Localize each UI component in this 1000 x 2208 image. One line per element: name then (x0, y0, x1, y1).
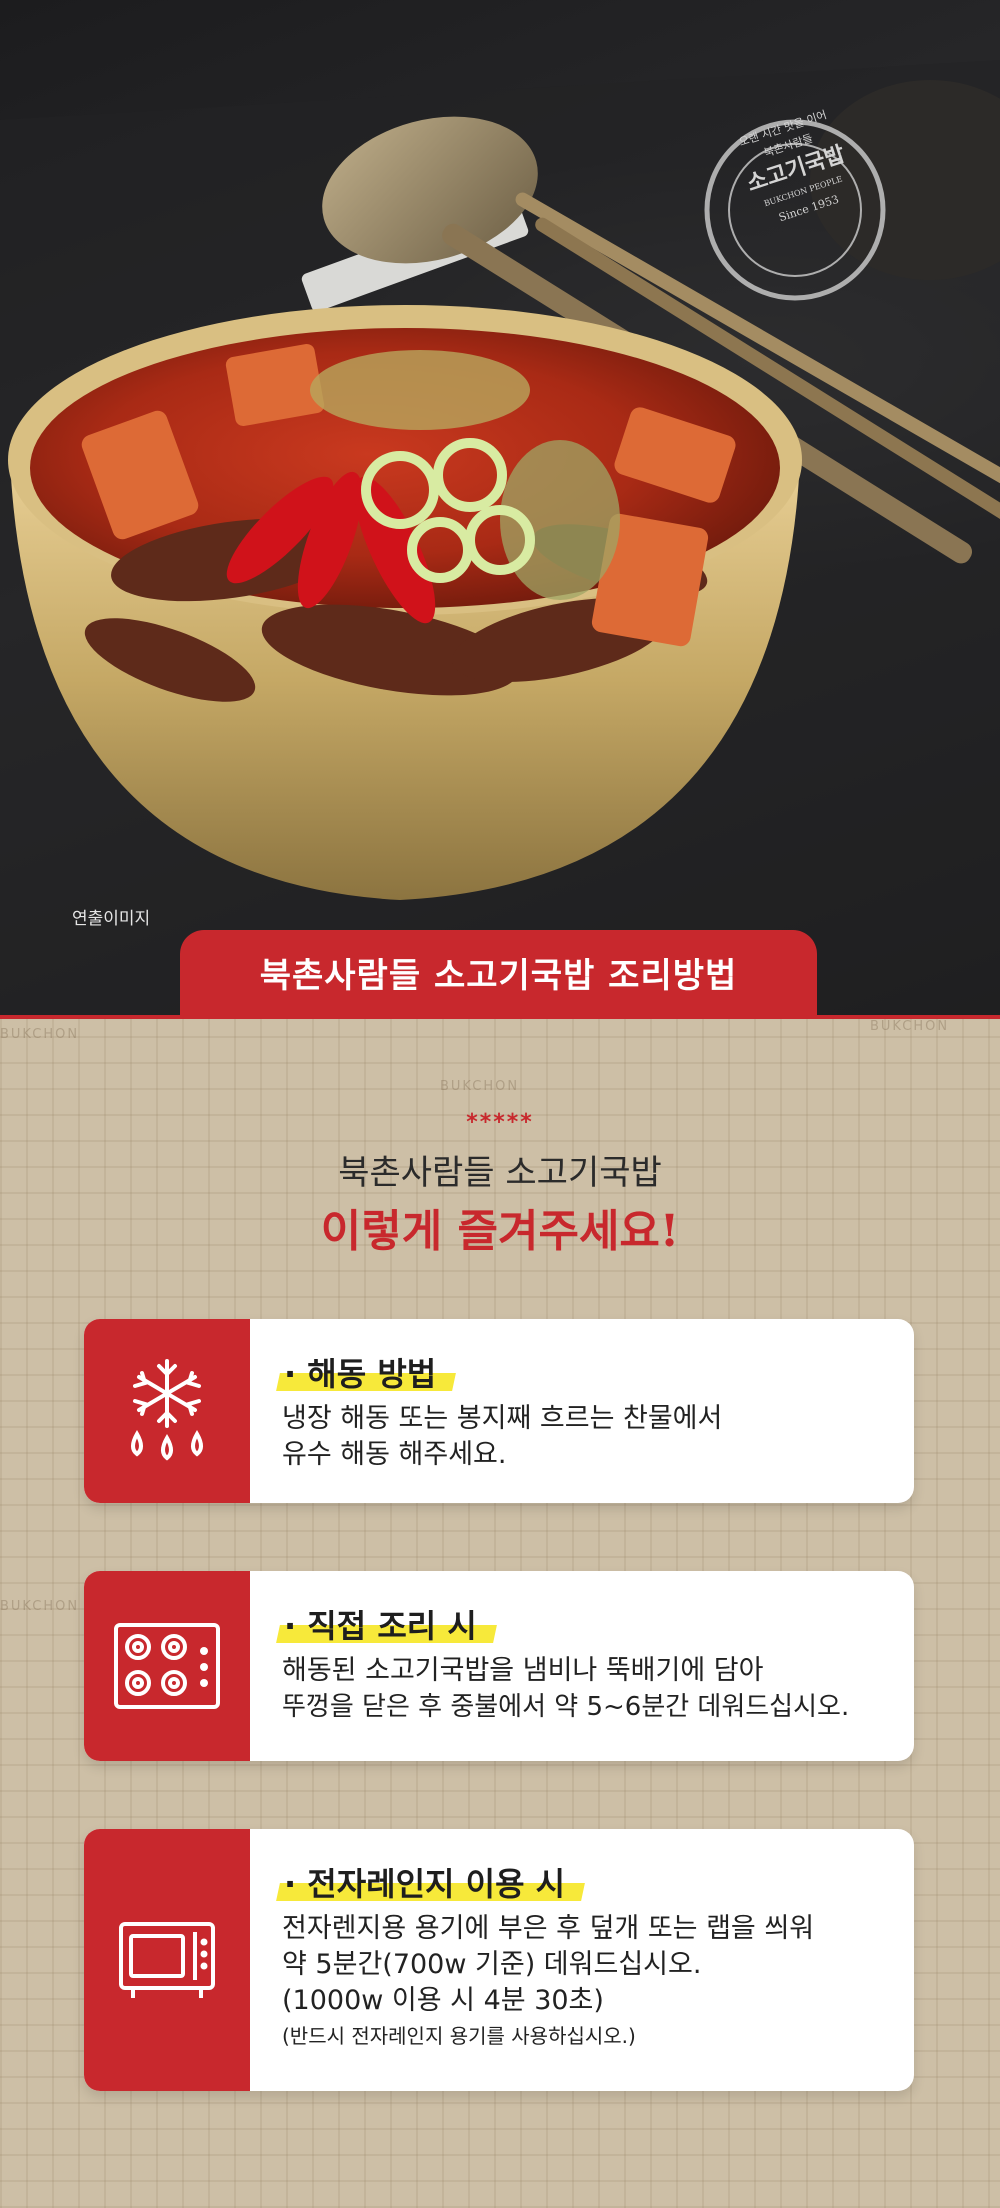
microwave-icon (119, 1922, 215, 1998)
instruction-card-microwave: · 전자레인지 이용 시 전자렌지용 용기에 부은 후 덮개 또는 랩을 씌워 … (84, 1829, 914, 2091)
card-heading: · 직접 조리 시 (282, 1601, 495, 1647)
card-text: 전자렌지용 용기에 부은 후 덮개 또는 랩을 씌워 약 5분간(700w 기준… (282, 1911, 898, 2019)
watermark: BUKCHON (0, 1599, 80, 1614)
card-content: · 직접 조리 시 해동된 소고기국밥을 냄비나 뚝배기에 담아 뚜껑을 닫은 … (282, 1601, 898, 1725)
card-heading: · 전자레인지 이용 시 (282, 1859, 583, 1905)
decorative-stars: ***** (466, 1110, 534, 1135)
card-text: 해동된 소고기국밥을 냄비나 뚝배기에 담아 뚜껑을 닫은 후 중불에서 약 5… (282, 1653, 898, 1725)
image-caption: 연출이미지 (72, 909, 151, 929)
icon-panel (84, 1829, 250, 2091)
stove-burner-icon (114, 1623, 220, 1709)
card-text-line: 해동된 소고기국밥을 냄비나 뚝배기에 담아 (282, 1655, 764, 1686)
card-text-line: (1000w 이용 시 4분 30초) (282, 1985, 604, 2016)
card-text: 냉장 해동 또는 봉지째 흐르는 찬물에서 유수 해동 해주세요. (282, 1401, 898, 1473)
card-content: · 전자레인지 이용 시 전자렌지용 용기에 부은 후 덮개 또는 랩을 씌워 … (282, 1859, 898, 2051)
instruction-card-stove: · 직접 조리 시 해동된 소고기국밥을 냄비나 뚝배기에 담아 뚜껑을 닫은 … (84, 1571, 914, 1761)
intro-title: 이렇게 즐겨주세요! (320, 1206, 680, 1257)
card-text-line: 전자렌지용 용기에 부은 후 덮개 또는 랩을 씌워 (282, 1913, 815, 1944)
hero-photo: 오랜 시간 맛을 이어 북촌사람들 소고기국밥 BUKCHON PEOPLE S… (0, 0, 1000, 1015)
card-text-line: 뚜껑을 닫은 후 중불에서 약 5~6분간 데워드십시오. (282, 1692, 850, 1722)
intro-subtitle: 북촌사람들 소고기국밥 (338, 1153, 662, 1193)
recipe-page: 오랜 시간 맛을 이어 북촌사람들 소고기국밥 BUKCHON PEOPLE S… (0, 0, 1000, 2208)
card-text-line: 약 5분간(700w 기준) 데워드십시오. (282, 1949, 702, 1980)
icon-panel (84, 1319, 250, 1503)
page-title: 북촌사람들 소고기국밥 조리방법 (180, 930, 817, 1015)
card-note: (반드시 전자레인지 용기를 사용하십시오.) (282, 2024, 636, 2048)
card-text-line: 냉장 해동 또는 봉지째 흐르는 찬물에서 (282, 1403, 723, 1434)
card-text-line: 유수 해동 해주세요. (282, 1439, 507, 1470)
icon-panel (84, 1571, 250, 1761)
instruction-card-thaw: · 해동 방법 냉장 해동 또는 봉지째 흐르는 찬물에서 유수 해동 해주세요… (84, 1319, 914, 1503)
watermark: BUKCHON (440, 1079, 520, 1094)
card-heading: · 해동 방법 (282, 1349, 454, 1395)
instructions-section: BUKCHON BUKCHON BUKCHON BUKCHON ***** 북촌… (0, 1019, 1000, 2208)
watermark: BUKCHON (0, 1027, 80, 1042)
card-content: · 해동 방법 냉장 해동 또는 봉지째 흐르는 찬물에서 유수 해동 해주세요… (282, 1349, 898, 1473)
watermark: BUKCHON (870, 1019, 950, 1034)
snowflake-thaw-icon (131, 1359, 203, 1461)
